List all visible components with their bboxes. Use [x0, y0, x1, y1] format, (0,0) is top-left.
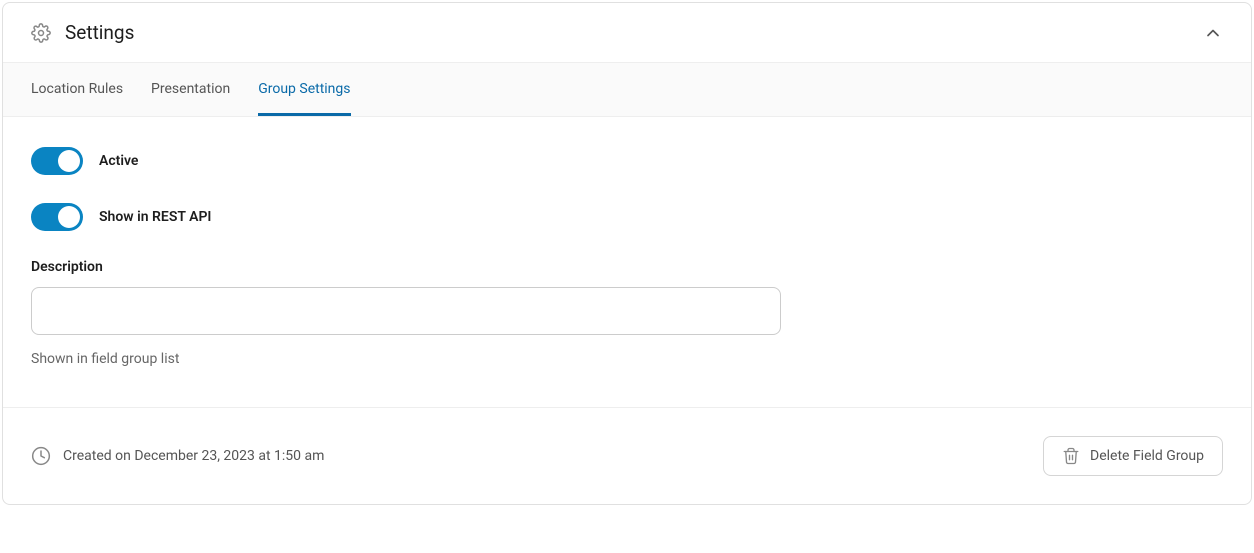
panel-header-left: Settings — [31, 21, 134, 44]
active-toggle-row: Active — [31, 147, 1223, 175]
rest-api-toggle-label: Show in REST API — [99, 209, 211, 225]
panel-header: Settings — [3, 3, 1251, 62]
tabs-bar: Location Rules Presentation Group Settin… — [3, 62, 1251, 117]
trash-icon — [1062, 447, 1080, 465]
delete-button-label: Delete Field Group — [1090, 448, 1204, 464]
rest-api-toggle[interactable] — [31, 203, 83, 231]
gear-icon — [31, 23, 51, 43]
rest-api-toggle-row: Show in REST API — [31, 203, 1223, 231]
created-on-text: Created on December 23, 2023 at 1:50 am — [63, 448, 324, 464]
tab-body: Active Show in REST API Description Show… — [3, 117, 1251, 407]
delete-field-group-button[interactable]: Delete Field Group — [1043, 436, 1223, 476]
panel-title: Settings — [65, 21, 134, 44]
tab-group-settings[interactable]: Group Settings — [258, 63, 350, 116]
description-label: Description — [31, 259, 1223, 275]
footer-left: Created on December 23, 2023 at 1:50 am — [31, 446, 324, 466]
description-help-text: Shown in field group list — [31, 351, 1223, 367]
settings-panel: Settings Location Rules Presentation Gro… — [2, 2, 1252, 505]
active-toggle-label: Active — [99, 153, 138, 169]
tab-presentation[interactable]: Presentation — [151, 63, 230, 116]
description-input[interactable] — [31, 287, 781, 335]
collapse-toggle[interactable] — [1203, 23, 1223, 43]
panel-footer: Created on December 23, 2023 at 1:50 am … — [3, 407, 1251, 504]
tab-location-rules[interactable]: Location Rules — [31, 63, 123, 116]
clock-icon — [31, 446, 51, 466]
active-toggle[interactable] — [31, 147, 83, 175]
